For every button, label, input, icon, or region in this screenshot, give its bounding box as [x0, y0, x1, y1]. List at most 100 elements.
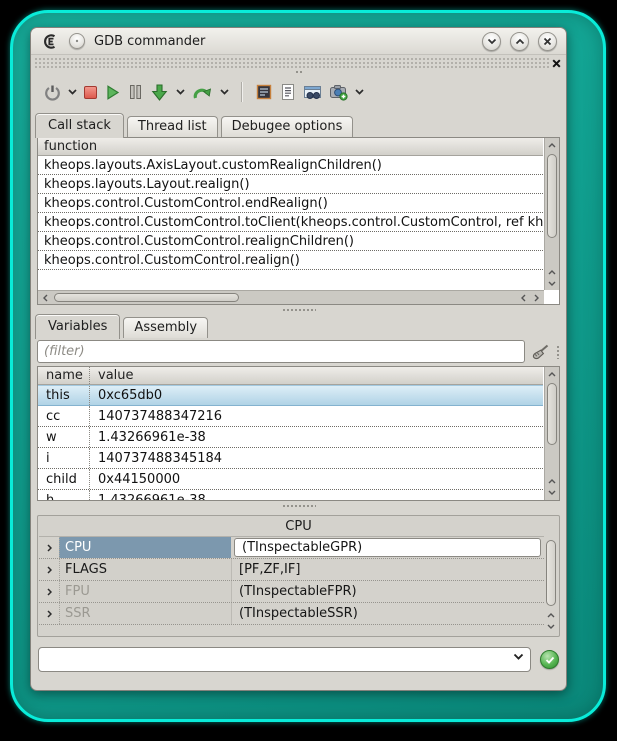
column-header-name[interactable]: name: [38, 367, 90, 384]
tab-debugee-options[interactable]: Debugee options: [221, 116, 354, 137]
variable-value: 1.43266961e-38: [90, 493, 206, 502]
add-snapshot-button[interactable]: [329, 83, 348, 101]
scroll-down-icon[interactable]: [545, 486, 558, 498]
add-snapshot-dropdown-icon[interactable]: [355, 89, 364, 95]
dock-titlebar[interactable]: [34, 57, 563, 69]
register-group-name[interactable]: FLAGS: [59, 559, 231, 580]
pause-button[interactable]: [128, 84, 143, 100]
variables-vertical-scrollbar[interactable]: [544, 367, 559, 500]
filter-input[interactable]: [37, 340, 525, 363]
expand-icon[interactable]: [39, 537, 59, 558]
cpu-row[interactable]: CPU (TInspectableGPR): [39, 537, 544, 559]
stop-button[interactable]: [84, 86, 97, 99]
callstack-row[interactable]: kheops.layouts.Layout.realign(): [38, 175, 543, 194]
panel-grip[interactable]: [556, 345, 560, 359]
variable-row[interactable]: w 1.43266961e-38: [38, 427, 543, 448]
toolbar-separator: [241, 82, 243, 102]
gdb-command-combobox[interactable]: [38, 647, 531, 672]
shade-button[interactable]: [482, 32, 501, 51]
variable-value: 0xc65db0: [90, 388, 162, 403]
tab-assembly[interactable]: Assembly: [123, 317, 208, 338]
column-header-value[interactable]: value: [90, 368, 134, 383]
callstack-vertical-scrollbar[interactable]: [544, 138, 559, 290]
tab-thread-list[interactable]: Thread list: [127, 116, 218, 137]
memory-core-button[interactable]: [255, 83, 273, 101]
variable-name: this: [38, 386, 90, 405]
cpu-row[interactable]: FLAGS [PF,ZF,IF]: [39, 559, 544, 581]
callstack-row[interactable]: kheops.control.CustomControl.realign(): [38, 251, 543, 270]
variable-name: cc: [38, 406, 90, 426]
combobox-dropdown-icon[interactable]: [513, 653, 524, 661]
register-value-editor[interactable]: (TInspectableGPR): [234, 538, 541, 557]
variables-rows: this 0xc65db0 cc 140737488347216 w 1.432…: [38, 385, 543, 501]
step-into-dropdown-icon[interactable]: [176, 89, 185, 95]
callstack-row[interactable]: kheops.control.CustomControl.endRealign(…: [38, 194, 543, 213]
register-value: (TInspectableSSR): [231, 603, 544, 624]
step-over-dropdown-icon[interactable]: [220, 89, 229, 95]
variables-panel: name value this 0xc65db0 cc 140737488347…: [37, 366, 560, 501]
gdb-command-input[interactable]: [39, 648, 530, 671]
scrollbar-thumb[interactable]: [547, 383, 557, 445]
window-menu-button[interactable]: [69, 33, 85, 49]
scrollbar-thumb[interactable]: [547, 154, 557, 238]
close-button[interactable]: [538, 32, 557, 51]
tab-call-stack[interactable]: Call stack: [35, 113, 124, 138]
power-button[interactable]: [44, 84, 61, 101]
scroll-left-icon[interactable]: [517, 292, 530, 304]
variable-row[interactable]: child 0x44150000: [38, 469, 543, 490]
send-command-button[interactable]: [540, 650, 559, 669]
scrollbar-thumb[interactable]: [546, 540, 556, 606]
scroll-up-icon[interactable]: [545, 368, 558, 380]
variable-row[interactable]: i 140737488345184: [38, 448, 543, 469]
cpu-grid: CPU (TInspectableGPR) FLAGS [PF,ZF,IF] F…: [39, 536, 544, 625]
expand-icon[interactable]: [39, 559, 59, 580]
callstack-horizontal-scrollbar[interactable]: [38, 290, 544, 304]
callstack-row[interactable]: kheops.control.CustomControl.toClient(kh…: [38, 213, 543, 232]
register-group-name[interactable]: SSR: [59, 603, 231, 624]
variable-value: 1.43266961e-38: [90, 430, 206, 445]
cpu-vertical-scrollbar[interactable]: [545, 538, 557, 632]
variables-header: name value: [38, 367, 543, 385]
cpu-row[interactable]: SSR (TInspectableSSR): [39, 603, 544, 625]
dock-close-icon[interactable]: [550, 57, 562, 69]
expand-icon[interactable]: [39, 581, 59, 602]
scrollbar-thumb[interactable]: [54, 293, 239, 302]
step-into-button[interactable]: [150, 83, 169, 102]
step-over-button[interactable]: [192, 83, 213, 101]
callstack-column-header[interactable]: function: [38, 138, 543, 156]
register-group-name[interactable]: FPU: [59, 581, 231, 602]
register-value: (TInspectableFPR): [231, 581, 544, 602]
run-button[interactable]: [104, 84, 121, 101]
power-dropdown-icon[interactable]: [68, 89, 77, 95]
variable-row[interactable]: h 1.43266961e-38: [38, 490, 543, 501]
cpu-panel-title: CPU: [38, 516, 559, 536]
callstack-row[interactable]: kheops.control.CustomControl.realignChil…: [38, 232, 543, 251]
maximize-button[interactable]: [510, 32, 529, 51]
clear-filter-icon[interactable]: [531, 343, 550, 361]
splitter-handle[interactable]: [31, 501, 566, 510]
scroll-right-icon[interactable]: [530, 292, 543, 304]
scroll-up-icon[interactable]: [545, 139, 558, 151]
splitter-handle[interactable]: [31, 305, 566, 314]
scroll-left-icon[interactable]: [39, 292, 52, 304]
cpu-row[interactable]: FPU (TInspectableFPR): [39, 581, 544, 603]
titlebar[interactable]: GDB commander: [31, 28, 566, 55]
cpu-panel: CPU CPU (TInspectableGPR) FLAGS [PF,ZF,I…: [37, 515, 560, 637]
variable-name: i: [38, 448, 90, 468]
variable-row[interactable]: cc 140737488347216: [38, 406, 543, 427]
expand-icon[interactable]: [39, 603, 59, 624]
log-output-button[interactable]: [280, 83, 296, 101]
scroll-down-icon[interactable]: [545, 277, 558, 289]
debug-toolbar: [31, 77, 566, 107]
callstack-tabbar: Call stack Thread list Debugee options: [35, 113, 566, 137]
register-group-name[interactable]: CPU: [59, 537, 231, 558]
watch-window-button[interactable]: [303, 84, 322, 101]
callstack-rows: kheops.layouts.AxisLayout.customRealignC…: [38, 156, 543, 270]
variable-row[interactable]: this 0xc65db0: [38, 385, 543, 406]
tab-variables[interactable]: Variables: [35, 314, 120, 339]
scroll-down-icon[interactable]: [544, 620, 557, 632]
variable-value: 0x44150000: [90, 472, 180, 487]
toolbar-grip[interactable]: [295, 70, 303, 75]
inspector-tabbar: Variables Assembly: [35, 314, 566, 338]
callstack-row[interactable]: kheops.layouts.AxisLayout.customRealignC…: [38, 156, 543, 175]
